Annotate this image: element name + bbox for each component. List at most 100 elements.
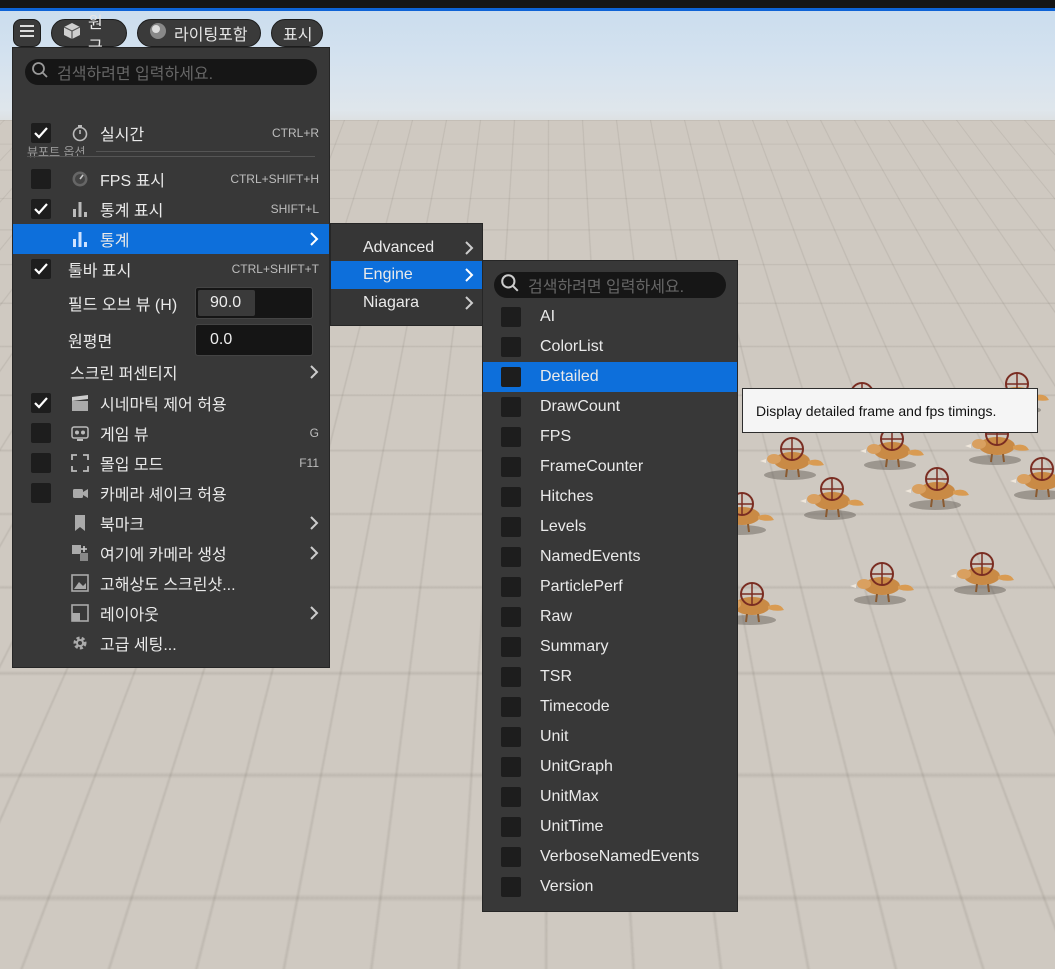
menu-item-camera-shake[interactable]: 카메라 셰이크 허용 [13, 478, 329, 508]
game-view-label: 게임 뷰 [100, 427, 149, 444]
menu-item-game-view[interactable]: 게임 뷰 G [13, 418, 329, 448]
stat-checkbox[interactable] [501, 817, 521, 837]
menu-item-show-stats[interactable]: 통계 표시 SHIFT+L [13, 194, 329, 224]
menu-item-show-toolbar[interactable]: 툴바 표시 CTRL+SHIFT+T [13, 254, 329, 284]
stat-label: DrawCount [540, 398, 621, 415]
stat-checkbox[interactable] [501, 517, 521, 537]
show-toolbar-checkbox[interactable] [31, 259, 51, 279]
search-icon [500, 273, 520, 298]
view-mode-button[interactable]: 라이팅포함 [137, 19, 261, 47]
chevron-right-icon [310, 516, 319, 530]
menu-item-layouts[interactable]: 레이아웃 [13, 598, 329, 628]
viewport-options-button[interactable] [13, 19, 41, 47]
stat-checkbox[interactable] [501, 787, 521, 807]
submenu-item-niagara[interactable]: Niagara [331, 289, 484, 317]
stat-checkbox[interactable] [501, 337, 521, 357]
engine-stat-item[interactable]: Timecode [483, 692, 737, 722]
stats-label: 통계 [100, 233, 130, 250]
game-view-checkbox[interactable] [31, 423, 51, 443]
add-camera-icon [71, 544, 89, 562]
bar-chart-icon [71, 200, 89, 218]
show-fps-checkbox[interactable] [31, 169, 51, 189]
stat-checkbox[interactable] [501, 457, 521, 477]
show-stats-label: 통계 표시 [100, 203, 164, 220]
stat-checkbox[interactable] [501, 697, 521, 717]
advanced-settings-label: 고급 세팅... [100, 637, 177, 654]
stat-checkbox[interactable] [501, 427, 521, 447]
engine-stat-item[interactable]: Hitches [483, 482, 737, 512]
far-plane-spinbox[interactable]: 0.0 [195, 324, 313, 356]
stat-checkbox[interactable] [501, 397, 521, 417]
engine-stat-item[interactable]: Version [483, 872, 737, 902]
level-viewport[interactable]: 원근 라이팅포함 표시 검색하려면 입력하세요. 뷰포트 옵션 실시 [0, 0, 1055, 969]
menu-item-screen-percentage[interactable]: 스크린 퍼센티지 [13, 357, 329, 387]
menu-item-immersive-mode[interactable]: 몰입 모드 F11 [13, 448, 329, 478]
gamepad-icon [71, 424, 89, 442]
stat-checkbox[interactable] [501, 577, 521, 597]
chevron-right-icon [465, 268, 474, 282]
chevron-right-icon [310, 232, 319, 246]
engine-stat-item[interactable]: Raw [483, 602, 737, 632]
fov-spinbox[interactable]: 90.0 [195, 287, 313, 319]
engine-stat-item[interactable]: TSR [483, 662, 737, 692]
search-icon [31, 61, 49, 84]
search-placeholder: 검색하려면 입력하세요. [57, 66, 214, 83]
engine-stat-item[interactable]: UnitTime [483, 812, 737, 842]
menu-item-cinematic-control[interactable]: 시네마틱 제어 허용 [13, 388, 329, 418]
submenu-item-advanced[interactable]: Advanced [331, 234, 484, 262]
stat-checkbox[interactable] [501, 727, 521, 747]
engine-stat-item[interactable]: UnitMax [483, 782, 737, 812]
engine-stat-item[interactable]: UnitGraph [483, 752, 737, 782]
clapperboard-icon [71, 394, 89, 412]
engine-stat-item[interactable]: Unit [483, 722, 737, 752]
menu-item-show-fps[interactable]: FPS 표시 CTRL+SHIFT+H [13, 164, 329, 194]
engine-stats-submenu: 검색하려면 입력하세요. AI ColorList Detailed DrawCoun… [482, 260, 738, 912]
engine-stat-item[interactable]: FrameCounter [483, 452, 737, 482]
stat-checkbox[interactable] [501, 607, 521, 627]
stat-checkbox[interactable] [501, 847, 521, 867]
engine-stat-item[interactable]: FPS [483, 422, 737, 452]
engine-search-input[interactable]: 검색하려면 입력하세요. [494, 272, 726, 298]
engine-stat-item[interactable]: Detailed [483, 362, 737, 392]
engine-stat-item[interactable]: DrawCount [483, 392, 737, 422]
engine-stat-item[interactable]: Levels [483, 512, 737, 542]
tooltip-text: Display detailed frame and fps timings. [756, 402, 997, 419]
realtime-checkbox[interactable] [31, 123, 51, 143]
stat-checkbox[interactable] [501, 877, 521, 897]
view-mode-label: 라이팅포함 [174, 27, 248, 44]
engine-stat-item[interactable]: VerboseNamedEvents [483, 842, 737, 872]
menu-item-create-camera[interactable]: 여기에 카메라 생성 [13, 538, 329, 568]
show-label: 표시 [283, 27, 313, 44]
engine-stat-item[interactable]: Summary [483, 632, 737, 662]
engine-stat-item[interactable]: NamedEvents [483, 542, 737, 572]
stat-checkbox[interactable] [501, 667, 521, 687]
gauge-icon [71, 170, 89, 188]
menu-item-stats[interactable]: 통계 [13, 224, 329, 254]
show-stats-checkbox[interactable] [31, 199, 51, 219]
stat-checkbox[interactable] [501, 757, 521, 777]
stat-checkbox[interactable] [501, 487, 521, 507]
stat-checkbox[interactable] [501, 547, 521, 567]
immersive-mode-checkbox[interactable] [31, 453, 51, 473]
stat-checkbox[interactable] [501, 367, 521, 387]
high-res-screenshot-label: 고해상도 스크린샷... [100, 577, 236, 594]
cinematic-control-checkbox[interactable] [31, 393, 51, 413]
menu-item-realtime[interactable]: 실시간 CTRL+R [13, 118, 329, 148]
engine-stat-item[interactable]: ParticlePerf [483, 572, 737, 602]
perspective-button[interactable]: 원근 [51, 15, 127, 56]
submenu-item-engine[interactable]: Engine [331, 261, 484, 289]
realtime-label: 실시간 [100, 127, 145, 144]
stat-label: FrameCounter [540, 458, 644, 475]
camera-shake-checkbox[interactable] [31, 483, 51, 503]
engine-stat-item[interactable]: AI [483, 302, 737, 332]
menu-item-bookmarks[interactable]: 북마크 [13, 508, 329, 538]
bar-chart-icon [71, 230, 89, 248]
menu-item-advanced-settings[interactable]: 고급 세팅... [13, 628, 329, 658]
menu-item-high-res-screenshot[interactable]: 고해상도 스크린샷... [13, 568, 329, 598]
engine-stat-item[interactable]: ColorList [483, 332, 737, 362]
stat-checkbox[interactable] [501, 307, 521, 327]
stat-checkbox[interactable] [501, 637, 521, 657]
show-button[interactable]: 표시 [271, 19, 323, 47]
menu-search-input[interactable]: 검색하려면 입력하세요. [25, 59, 317, 85]
fullscreen-icon [71, 454, 89, 472]
